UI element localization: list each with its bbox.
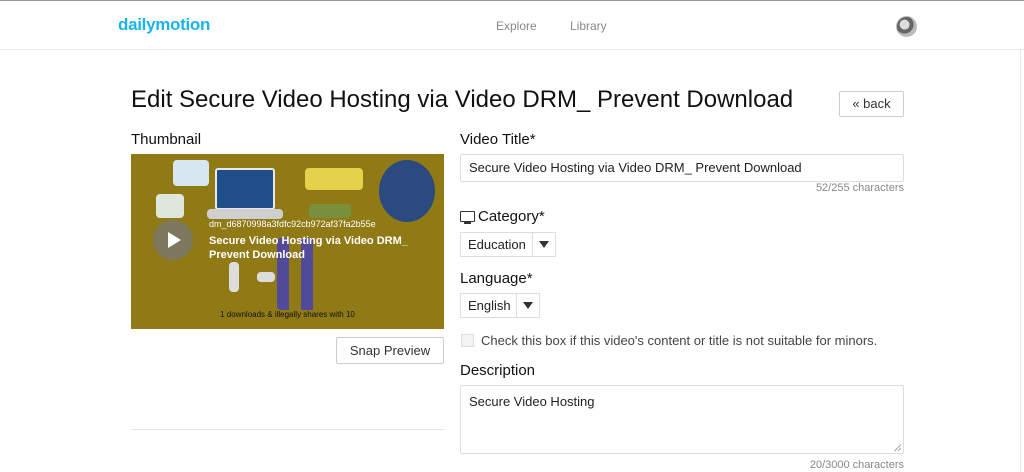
divider: [131, 429, 444, 430]
chevron-down-icon[interactable]: [532, 233, 555, 256]
page-title: Edit Secure Video Hosting via Video DRM_…: [131, 86, 794, 113]
thumbnail-caption: 1 downloads & illegally shares with 10: [220, 310, 355, 319]
thumbnail-overlay-title: Secure Video Hosting via Video DRM_ Prev…: [209, 235, 408, 261]
video-title-counter: 52/255 characters: [815, 182, 904, 194]
user-avatar[interactable]: [896, 16, 917, 37]
nav-library[interactable]: Library: [570, 19, 607, 33]
thumbnail-graphic: [309, 204, 351, 218]
language-label: Language*: [460, 270, 533, 287]
minors-checkbox[interactable]: [461, 334, 474, 347]
category-select[interactable]: Education: [460, 232, 556, 257]
thumbnail-graphic: [305, 168, 363, 190]
category-label: Category*: [478, 208, 545, 225]
snap-preview-button[interactable]: Snap Preview: [336, 337, 444, 364]
thumbnail-graphic: [215, 168, 275, 210]
back-button[interactable]: « back: [839, 91, 904, 117]
page-edge-divider: [1020, 50, 1021, 472]
nav-explore[interactable]: Explore: [496, 19, 537, 33]
video-title-input[interactable]: Secure Video Hosting via Video DRM_ Prev…: [460, 154, 904, 182]
video-title-label: Video Title*: [460, 131, 536, 148]
thumbnail-graphic: [379, 160, 435, 222]
resize-handle-icon[interactable]: [894, 444, 901, 451]
thumbnail-preview[interactable]: dm_d6870998a3fdfc92cb972af37fa2b55e Secu…: [131, 154, 444, 329]
category-value: Education: [468, 237, 526, 252]
play-icon[interactable]: [153, 220, 193, 260]
thumbnail-video-id: dm_d6870998a3fdfc92cb972af37fa2b55e: [209, 219, 376, 229]
thumbnail-graphic: [229, 262, 239, 292]
top-bar: dailymotion Explore Library: [0, 0, 1024, 50]
thumbnail-graphic: [156, 194, 184, 218]
thumbnail-label: Thumbnail: [131, 131, 202, 148]
thumbnail-graphic: [173, 160, 209, 186]
language-select[interactable]: English: [460, 293, 540, 318]
description-value: Secure Video Hosting: [469, 394, 595, 409]
language-value: English: [468, 298, 511, 313]
monitor-icon: [460, 211, 475, 224]
dailymotion-logo[interactable]: dailymotion: [118, 15, 210, 35]
thumbnail-graphic: [207, 209, 283, 219]
description-textarea[interactable]: Secure Video Hosting: [460, 385, 904, 454]
thumbnail-graphic: [257, 272, 275, 282]
description-label: Description: [460, 362, 536, 379]
description-counter: 20/3000 characters: [809, 459, 904, 471]
minors-checkbox-label: Check this box if this video's content o…: [481, 333, 878, 348]
chevron-down-icon[interactable]: [516, 294, 539, 317]
